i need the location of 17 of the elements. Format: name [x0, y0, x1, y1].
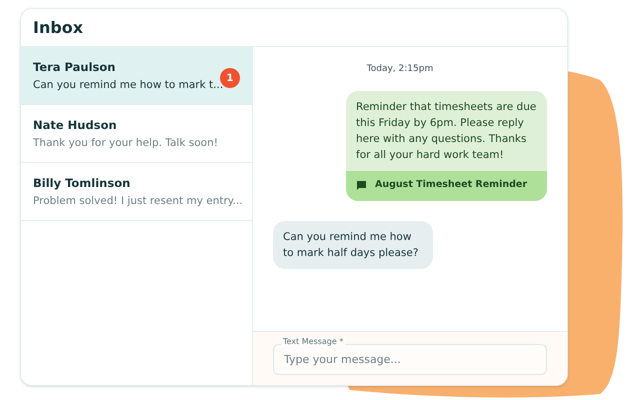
message-preview: Thank you for your help. Talk soon! — [33, 136, 219, 150]
contact-name: Tera Paulson — [33, 60, 116, 74]
contact-name: Billy Tomlinson — [33, 176, 132, 190]
campaign-label: August Timesheet Reminder — [375, 178, 528, 192]
message-text: Reminder that timesheets are due this Friday by 6pm. Please reply here with any questions. Thanks for all your hard work team! — [355, 100, 538, 162]
text-message-field[interactable]: Type your message... — [273, 344, 547, 375]
timestamp: Today, 2:15pm — [366, 63, 434, 76]
inbox-title: Inbox — [33, 16, 84, 38]
contact-name: Nate Hudson — [33, 118, 118, 132]
chat-icon — [356, 180, 367, 191]
message-preview: Can you remind me how to mark t... — [33, 78, 224, 92]
conversation-item[interactable]: Tera Paulson Can you remind me how to mark t... 1 — [21, 47, 252, 105]
conversation-item[interactable]: Billy Tomlinson Problem solved! I just resent my entry... — [21, 163, 252, 221]
field-label: Text Message * — [281, 337, 346, 347]
conversation-item[interactable]: Nate Hudson Thank you for your help. Talk soon! — [21, 105, 252, 163]
message-preview: Problem solved! I just resent my entry... — [33, 194, 240, 208]
incoming-message-bubble: Can you remind me how to mark half days please? — [273, 220, 433, 268]
